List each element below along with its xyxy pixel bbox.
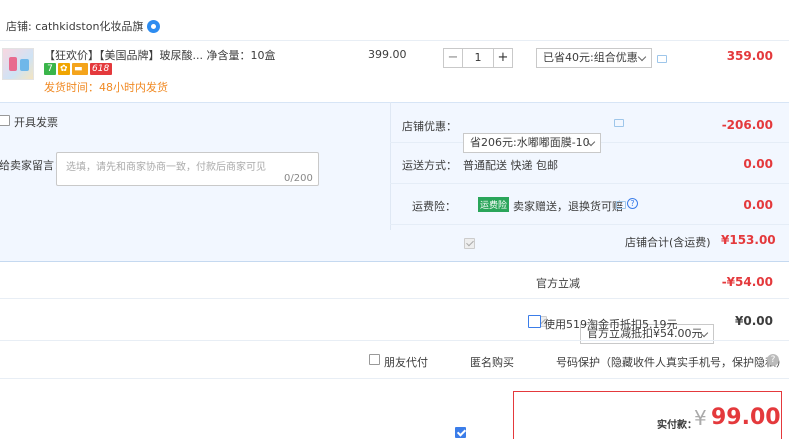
row-divider <box>390 224 789 225</box>
insurance-amount: 0.00 <box>743 198 773 212</box>
invoice-label: 开具发票 <box>14 116 58 129</box>
official-discount-label: 官方立减 <box>536 277 580 290</box>
shipping-amount: 0.00 <box>743 157 773 171</box>
increase-button[interactable]: + <box>493 48 513 68</box>
question-icon[interactable]: ? <box>767 354 779 366</box>
shop-discount-amount: -206.00 <box>721 118 773 132</box>
payment-currency: ¥ <box>694 406 707 430</box>
insurance-text: 卖家赠送，退换货可赔 <box>513 200 623 213</box>
panel-divider <box>390 102 391 230</box>
divider <box>0 298 789 299</box>
payment-label: 实付款： <box>657 420 697 431</box>
friend-pay-label: 朋友代付 <box>384 356 428 369</box>
message-placeholder: 选填，请先和商家协商一致，付款后商家可见 <box>66 162 266 173</box>
shop-header: 店铺: cathkidston化妆品旗 <box>0 14 161 38</box>
message-icon[interactable] <box>616 201 626 209</box>
payment-amount: 99.00 <box>711 405 781 430</box>
shop-name[interactable]: 店铺: cathkidston化妆品旗 <box>6 18 143 34</box>
decrease-button[interactable]: − <box>443 48 463 68</box>
quantity-stepper: − 1 + <box>443 48 513 68</box>
taojinbi-label: 使用519淘金币抵扣5.19元 <box>544 318 678 331</box>
chat-icon[interactable] <box>147 19 161 33</box>
seven-day-return-badge: 7 <box>44 63 56 75</box>
card-badge-icon: ▬ <box>72 63 88 75</box>
shipping-method: 普通配送 快递 包邮 <box>463 159 558 172</box>
insurance-label: 运费险： <box>412 200 456 213</box>
invoice-checkbox[interactable] <box>0 115 10 126</box>
shop-total-label: 店铺合计(含运费) <box>625 236 711 249</box>
shipping-label: 运送方式： <box>402 159 457 172</box>
insurance-tag: 运费险 <box>478 197 510 212</box>
anonymous-label: 匿名购买 <box>470 356 514 369</box>
message-char-count: 0/200 <box>284 173 313 184</box>
message-icon[interactable] <box>657 55 667 63</box>
shop-discount-label: 店铺优惠： <box>402 120 457 133</box>
promo-618-badge: 618 <box>90 63 112 75</box>
product-title[interactable]: 【狂欢价】【美国品牌】玻尿酸... 净含量：10盒 <box>44 47 275 63</box>
ship-time: 发货时间：48小时内发货 <box>44 81 168 94</box>
number-protect-label: 号码保护（隐藏收件人真实手机号，保护隐私） <box>556 356 787 369</box>
row-divider <box>390 183 789 184</box>
insurance-checkbox <box>464 238 475 249</box>
taojinbi-amount: ¥0.00 <box>735 314 773 328</box>
quantity-input[interactable]: 1 <box>463 48 493 68</box>
product-badges: 7 ✿ ▬ 618 <box>44 63 112 75</box>
product-thumbnail[interactable] <box>2 48 34 80</box>
official-discount-amount: -¥54.00 <box>721 275 773 289</box>
divider <box>0 340 789 341</box>
friend-pay-checkbox[interactable] <box>369 354 380 365</box>
anonymous-checkbox[interactable] <box>455 427 466 438</box>
promo-select[interactable]: 已省40元:组合优惠 <box>536 48 652 68</box>
shop-discount-select[interactable]: 省206元:水嘟嘟面膜-10 <box>463 133 601 153</box>
help-icon[interactable]: ? <box>627 198 638 209</box>
taojinbi-checkbox[interactable] <box>528 315 541 328</box>
unit-price: 399.00 <box>368 48 407 61</box>
message-icon[interactable] <box>614 119 624 127</box>
divider <box>0 378 789 379</box>
shop-total-amount: ¥153.00 <box>721 233 776 247</box>
flower-badge-icon: ✿ <box>58 63 70 75</box>
item-subtotal: 359.00 <box>726 49 773 63</box>
